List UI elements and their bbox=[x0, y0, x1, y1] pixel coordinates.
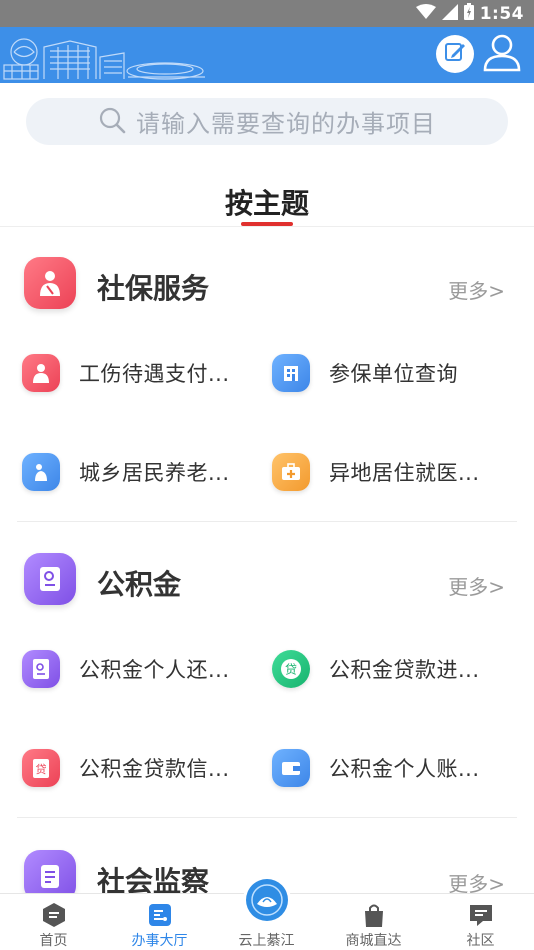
city-skyline-logo bbox=[3, 38, 205, 80]
social-security-icon bbox=[24, 257, 76, 309]
service-item-remote-medical[interactable]: 异地居住就医... bbox=[272, 450, 480, 494]
shopping-bag-icon bbox=[361, 902, 387, 928]
tab-label: 云上綦江 bbox=[238, 933, 295, 949]
service-item-label: 工伤待遇支付... bbox=[79, 362, 230, 386]
edit-button[interactable] bbox=[436, 35, 474, 73]
home-icon bbox=[41, 902, 67, 928]
search-placeholder: 请输入需要查询的办事项目 bbox=[136, 110, 436, 138]
status-time: 1:54 bbox=[479, 3, 524, 24]
service-item-label: 异地居住就医... bbox=[329, 461, 480, 485]
medical-kit-icon bbox=[272, 453, 310, 491]
housing-fund-icon bbox=[24, 553, 76, 605]
edit-icon bbox=[443, 40, 467, 68]
signal-icon bbox=[441, 3, 458, 24]
injury-icon bbox=[22, 354, 60, 392]
chat-icon bbox=[468, 902, 494, 928]
tab-label: 办事大厅 bbox=[131, 933, 188, 949]
divider bbox=[17, 817, 517, 818]
tab-mall[interactable]: 商城直达 bbox=[320, 894, 427, 950]
service-item-label: 公积金贷款信... bbox=[79, 757, 230, 781]
yunshang-logo-icon[interactable] bbox=[243, 876, 291, 924]
wifi-icon bbox=[415, 3, 436, 24]
tab-by-theme-label: 按主题 bbox=[224, 187, 309, 220]
tab-community[interactable]: 社区 bbox=[427, 894, 534, 950]
service-item-resident-pension[interactable]: 城乡居民养老... bbox=[22, 450, 230, 494]
loan-info-icon: 贷 bbox=[22, 749, 60, 787]
category-header: 公积金 更多> bbox=[0, 553, 534, 613]
service-item-fund-repayment[interactable]: 公积金个人还... bbox=[22, 647, 230, 691]
tab-service-hall[interactable]: 办事大厅 bbox=[106, 894, 213, 950]
service-item-label: 参保单位查询 bbox=[329, 362, 458, 386]
service-item-fund-loan-info[interactable]: 贷 公积金贷款信... bbox=[22, 746, 230, 790]
tab-label: 社区 bbox=[466, 933, 495, 949]
status-bar: 1:54 bbox=[0, 0, 534, 27]
service-item-label: 城乡居民养老... bbox=[79, 461, 230, 485]
svg-text:贷: 贷 bbox=[285, 663, 297, 677]
service-item-fund-loan-progress[interactable]: 贷 公积金贷款进... bbox=[272, 647, 480, 691]
service-hall-icon bbox=[147, 902, 173, 928]
service-item-insured-unit-query[interactable]: 参保单位查询 bbox=[272, 351, 458, 395]
divider bbox=[17, 521, 517, 522]
search-icon bbox=[98, 106, 126, 138]
document-icon bbox=[22, 650, 60, 688]
user-icon bbox=[482, 32, 522, 76]
loan-icon: 贷 bbox=[272, 650, 310, 688]
service-item-label: 公积金个人还... bbox=[79, 658, 230, 682]
service-item-fund-personal-account[interactable]: 公积金个人账... bbox=[272, 746, 480, 790]
tab-home[interactable]: 首页 bbox=[0, 894, 107, 950]
tab-by-theme[interactable]: 按主题 bbox=[0, 182, 534, 226]
building-icon bbox=[272, 354, 310, 392]
divider bbox=[0, 226, 534, 227]
tab-label: 商城直达 bbox=[345, 933, 402, 949]
category-title: 公积金 bbox=[97, 568, 182, 601]
svg-text:贷: 贷 bbox=[36, 762, 47, 776]
service-item-label: 公积金个人账... bbox=[329, 757, 480, 781]
service-item-label: 公积金贷款进... bbox=[329, 658, 480, 682]
category-header: 社保服务 更多> bbox=[0, 257, 534, 317]
category-title: 社保服务 bbox=[97, 272, 210, 305]
user-profile-button[interactable] bbox=[480, 32, 524, 76]
tab-label: 首页 bbox=[39, 933, 68, 949]
more-link[interactable]: 更多> bbox=[448, 275, 505, 304]
search-bar[interactable]: 请输入需要查询的办事项目 bbox=[26, 98, 508, 145]
app-header bbox=[0, 27, 534, 83]
service-item-injury-payment[interactable]: 工伤待遇支付... bbox=[22, 351, 230, 395]
more-link[interactable]: 更多> bbox=[448, 571, 505, 600]
elder-icon bbox=[22, 453, 60, 491]
wallet-icon bbox=[272, 749, 310, 787]
battery-icon bbox=[463, 3, 474, 24]
